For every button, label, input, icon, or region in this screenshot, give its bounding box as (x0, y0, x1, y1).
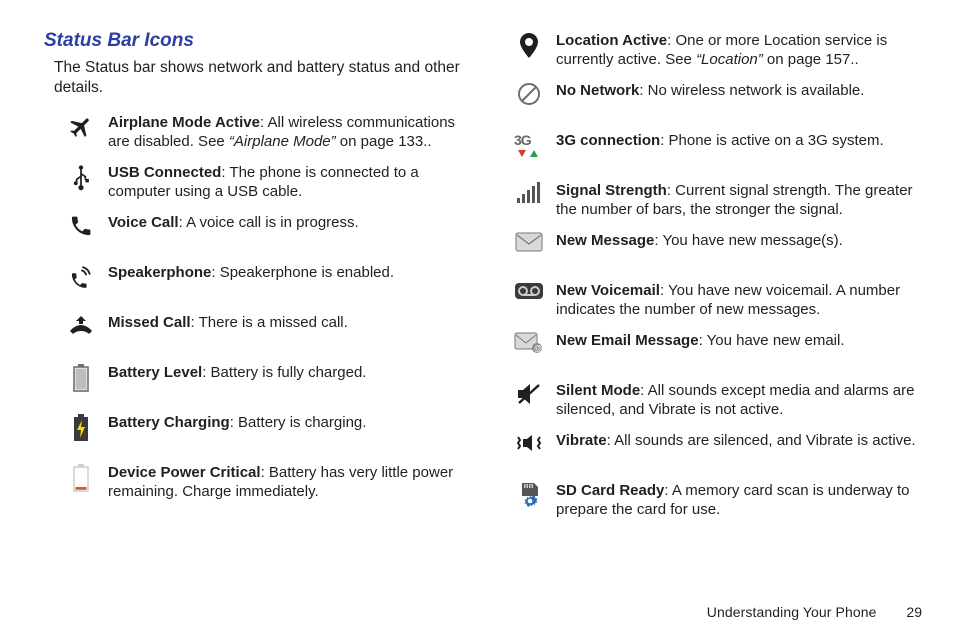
item-description: New Message: You have new message(s). (556, 230, 926, 250)
svg-text:3G: 3G (514, 132, 532, 148)
item-title: New Email Message (556, 332, 699, 349)
usb-icon (44, 162, 108, 198)
speakerphone-icon (44, 262, 108, 298)
no-network-icon (502, 80, 556, 116)
list-item: Speakerphone: Speakerphone is enabled. (44, 262, 468, 302)
item-description: Device Power Critical: Battery has very … (108, 462, 468, 501)
list-item: Silent Mode: All sounds except media and… (502, 380, 926, 420)
item-description: New Voicemail: You have new voicemail. A… (556, 280, 926, 319)
item-description: Silent Mode: All sounds except media and… (556, 380, 926, 419)
message-icon (502, 230, 556, 266)
item-description: Voice Call: A voice call is in progress. (108, 212, 468, 232)
silent-icon (502, 380, 556, 416)
item-text: : All sounds are silenced, and Vibrate i… (607, 432, 916, 449)
item-title: SD Card Ready (556, 482, 664, 499)
missed-call-icon (44, 312, 108, 348)
left-column: Status Bar Icons The Status bar shows ne… (44, 30, 468, 604)
item-title: Location Active (556, 32, 667, 49)
signal-bars-icon (502, 180, 556, 216)
item-text: : You have new email. (699, 332, 845, 349)
item-title: USB Connected (108, 164, 221, 181)
item-title: Battery Charging (108, 414, 230, 431)
item-text: : Battery is fully charged. (202, 364, 366, 381)
item-title: New Voicemail (556, 282, 660, 299)
item-after: on page 157.. (763, 51, 859, 68)
svg-text:@: @ (534, 344, 542, 353)
list-item: Battery Charging: Battery is charging. (44, 412, 468, 452)
section-intro: The Status bar shows network and battery… (54, 58, 468, 98)
page-footer: Understanding Your Phone 29 (44, 604, 926, 622)
list-item: Signal Strength: Current signal strength… (502, 180, 926, 220)
list-item: New Voicemail: You have new voicemail. A… (502, 280, 926, 320)
item-description: Location Active: One or more Location se… (556, 30, 926, 69)
airplane-icon (44, 112, 108, 148)
list-item: New Message: You have new message(s). (502, 230, 926, 270)
list-item: 3G 3G connection: Phone is active on a 3… (502, 130, 926, 170)
item-title: Battery Level (108, 364, 202, 381)
manual-page: Status Bar Icons The Status bar shows ne… (0, 0, 954, 636)
item-text: : There is a missed call. (191, 314, 348, 331)
item-description: Missed Call: There is a missed call. (108, 312, 468, 332)
list-item: Battery Level: Battery is fully charged. (44, 362, 468, 402)
list-item: No Network: No wireless network is avail… (502, 80, 926, 120)
item-text: : Battery is charging. (230, 414, 367, 431)
location-icon (502, 30, 556, 66)
item-title: Airplane Mode Active (108, 114, 260, 131)
list-item: Vibrate: All sounds are silenced, and Vi… (502, 430, 926, 470)
item-title: Device Power Critical (108, 464, 261, 481)
two-column-layout: Status Bar Icons The Status bar shows ne… (44, 30, 926, 604)
item-title: 3G connection (556, 132, 660, 149)
item-title: Voice Call (108, 214, 179, 231)
item-description: Signal Strength: Current signal strength… (556, 180, 926, 219)
item-description: No Network: No wireless network is avail… (556, 80, 926, 100)
list-item: Airplane Mode Active: All wireless commu… (44, 112, 468, 152)
phone-icon (44, 212, 108, 248)
item-text: : Phone is active on a 3G system. (660, 132, 883, 149)
list-item: Location Active: One or more Location se… (502, 30, 926, 70)
section-heading: Status Bar Icons (44, 30, 468, 52)
item-description: USB Connected: The phone is connected to… (108, 162, 468, 201)
item-title: New Message (556, 232, 654, 249)
item-description: Airplane Mode Active: All wireless commu… (108, 112, 468, 151)
footer-section-name: Understanding Your Phone (707, 604, 877, 620)
item-title: Silent Mode (556, 382, 640, 399)
item-ref: “Airplane Mode” (229, 133, 336, 150)
list-item: USB Connected: The phone is connected to… (44, 162, 468, 202)
item-description: Battery Charging: Battery is charging. (108, 412, 468, 432)
item-description: 3G connection: Phone is active on a 3G s… (556, 130, 926, 150)
list-item: SD Card Ready: A memory card scan is und… (502, 480, 926, 520)
item-title: Missed Call (108, 314, 191, 331)
footer-page-number: 29 (906, 604, 922, 620)
item-description: New Email Message: You have new email. (556, 330, 926, 350)
item-description: SD Card Ready: A memory card scan is und… (556, 480, 926, 519)
sd-card-icon (502, 480, 556, 516)
item-text: : No wireless network is available. (639, 82, 864, 99)
item-description: Vibrate: All sounds are silenced, and Vi… (556, 430, 926, 450)
item-text: : You have new message(s). (654, 232, 842, 249)
list-item: @ New Email Message: You have new email. (502, 330, 926, 370)
item-title: Speakerphone (108, 264, 211, 281)
three-g-icon: 3G (502, 130, 556, 166)
list-item: Missed Call: There is a missed call. (44, 312, 468, 352)
list-item: Device Power Critical: Battery has very … (44, 462, 468, 502)
battery-charging-icon (44, 412, 108, 448)
email-icon: @ (502, 330, 556, 366)
battery-low-icon (44, 462, 108, 498)
item-title: No Network (556, 82, 639, 99)
item-title: Vibrate (556, 432, 607, 449)
item-description: Battery Level: Battery is fully charged. (108, 362, 468, 382)
item-description: Speakerphone: Speakerphone is enabled. (108, 262, 468, 282)
item-text: : Speakerphone is enabled. (211, 264, 394, 281)
voicemail-icon (502, 280, 556, 316)
battery-full-icon (44, 362, 108, 398)
item-text: : A voice call is in progress. (179, 214, 359, 231)
right-column: Location Active: One or more Location se… (502, 30, 926, 604)
item-ref: “Location” (696, 51, 763, 68)
list-item: Voice Call: A voice call is in progress. (44, 212, 468, 252)
item-title: Signal Strength (556, 182, 667, 199)
item-after: on page 133.. (336, 133, 432, 150)
vibrate-icon (502, 430, 556, 466)
